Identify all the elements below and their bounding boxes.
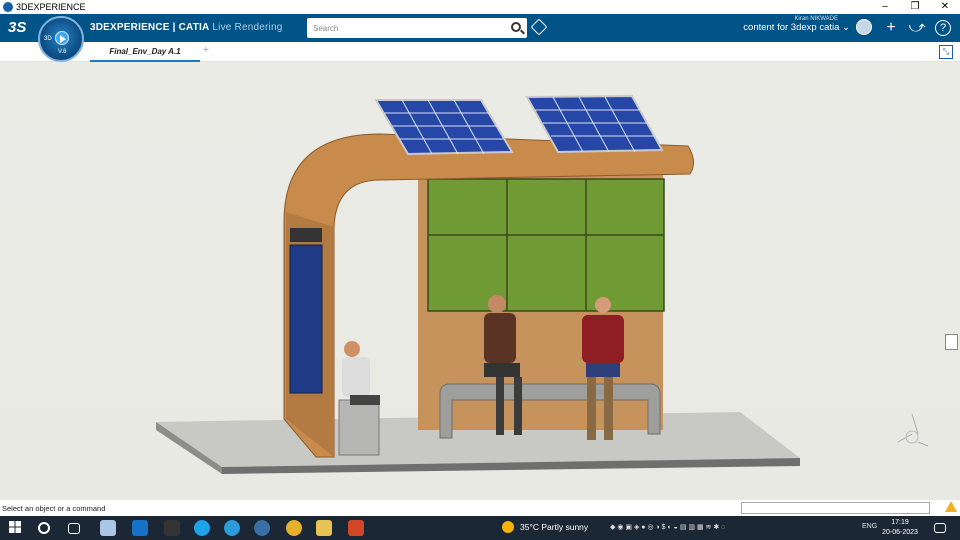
window-controls: – ❐ ✕ (870, 0, 960, 14)
3dexperience-taskbar-icon[interactable] (254, 520, 270, 536)
axis-compass-icon (897, 413, 929, 447)
dassault-app-icon[interactable] (164, 520, 180, 536)
search-icon[interactable] (38, 522, 50, 534)
search-placeholder: Search (313, 24, 339, 33)
windows-taskbar: 35°C Partly sunny ◆ ◉ ▣ ◈ ● ◎ ◑ $ ◐ ◒ ▤ … (0, 516, 960, 540)
command-input[interactable] (741, 502, 930, 514)
collab-space-selector[interactable]: content for 3dexp catia ⌄ (736, 22, 850, 33)
ad-panel (289, 244, 323, 394)
app-brand: 3DEXPERIENCE | CATIA Live Rendering (90, 22, 282, 33)
weather-app-icon[interactable] (100, 520, 116, 536)
language-indicator[interactable]: ENG (862, 523, 877, 530)
dassault-logo-icon[interactable]: 3S (8, 19, 26, 36)
restore-button[interactable]: ❐ (900, 0, 930, 14)
file-explorer-icon[interactable] (316, 520, 332, 536)
add-tab-button[interactable]: + (203, 45, 209, 56)
close-button[interactable]: ✕ (930, 0, 960, 14)
minimize-button[interactable]: – (870, 0, 900, 14)
search-input[interactable]: Search (307, 18, 527, 38)
top-bar: 3S 3D V.6 3DEXPERIENCE | CATIA Live Rend… (0, 14, 960, 62)
clock-date: 20-06-2023 (882, 529, 918, 536)
person-child (342, 341, 380, 405)
search-icon[interactable] (511, 22, 521, 32)
status-bar: Select an object or a command (0, 500, 960, 516)
clock[interactable]: 17:19 20-06-2023 (880, 518, 920, 538)
3d-viewport[interactable] (0, 62, 960, 500)
tab-final-env-day[interactable]: Final_Env_Day A.1 (90, 45, 200, 62)
powerpoint-icon[interactable] (348, 520, 364, 536)
share-icon[interactable]: ⤻ (907, 18, 927, 38)
bench-left (338, 399, 380, 456)
side-panel-toggle[interactable] (945, 334, 958, 350)
green-wall (428, 179, 664, 311)
warning-icon[interactable] (945, 501, 957, 512)
plus-icon[interactable]: + (881, 18, 901, 38)
weather-widget[interactable]: 35°C Partly sunny (520, 522, 588, 532)
status-message: Select an object or a command (2, 504, 106, 513)
task-view-icon[interactable] (68, 523, 80, 534)
notifications-icon[interactable] (934, 523, 946, 533)
start-button[interactable] (8, 520, 24, 536)
outlook-icon[interactable] (132, 520, 148, 536)
window-titlebar: 3DEXPERIENCE – ❐ ✕ (0, 0, 960, 14)
tray-icons[interactable]: ◆ ◉ ▣ ◈ ● ◎ ◑ $ ◐ ◒ ▤ ▥ ▦ ≋ ✱ ◌ (610, 523, 725, 531)
weather-desc: Partly sunny (541, 522, 589, 532)
app-logo-icon (3, 2, 13, 12)
brand-main: 3DEXPERIENCE | CATIA (90, 22, 210, 33)
play-icon[interactable] (55, 31, 69, 45)
scene-render[interactable] (0, 62, 960, 500)
tab-bar: Final_Env_Day A.1 + ⤡ (0, 42, 960, 62)
weather-sun-icon (502, 521, 514, 533)
compass-version: V.6 (58, 49, 67, 55)
fullscreen-icon[interactable]: ⤡ (939, 45, 953, 59)
avatar[interactable] (856, 19, 872, 35)
edge-icon[interactable] (224, 520, 240, 536)
skype-icon[interactable] (194, 520, 210, 536)
weather-temp: 35°C (520, 522, 539, 532)
window-title: 3DEXPERIENCE (16, 2, 86, 12)
compass-3d-label: 3D (44, 36, 52, 42)
clock-time: 17:19 (891, 519, 909, 526)
brand-sub: Live Rendering (212, 22, 283, 33)
help-icon[interactable]: ? (935, 20, 951, 36)
user-context[interactable]: Kiran NIKWADE content for 3dexp catia ⌄ (736, 16, 850, 33)
tag-icon[interactable] (530, 18, 548, 36)
compass-button[interactable]: 3D V.6 (38, 16, 84, 62)
chrome-icon[interactable] (286, 520, 302, 536)
